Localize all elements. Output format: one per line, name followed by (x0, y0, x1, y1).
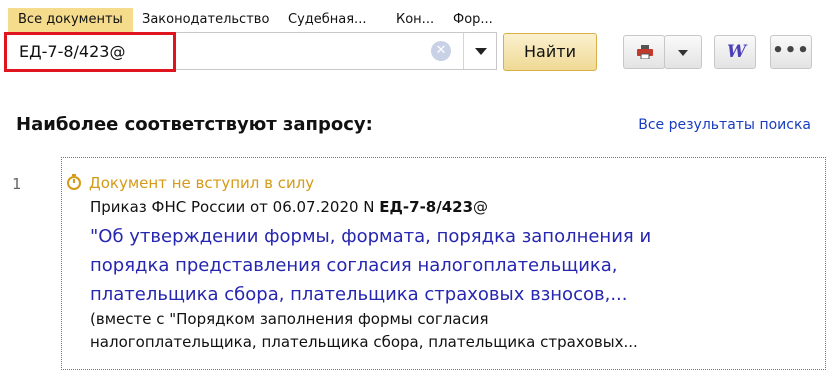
document-title-link[interactable]: "Об утверждении формы, формата, порядка … (90, 222, 810, 309)
title-line: плательщика сбора, плательщика страховых… (90, 284, 628, 305)
tab-consultations[interactable]: Кон... (396, 8, 434, 32)
stopwatch-icon (67, 174, 81, 190)
more-icon: ••• (772, 40, 810, 61)
document-reference: Приказ ФНС России от 06.07.2020 N ЕД-7-8… (90, 198, 488, 216)
document-status: Документ не вступил в силу (66, 174, 314, 192)
status-text: Документ не вступил в силу (89, 174, 315, 192)
printer-icon (637, 45, 653, 59)
print-button[interactable] (623, 35, 665, 69)
all-results-link[interactable]: Все результаты поиска (638, 117, 811, 133)
doc-number: ЕД-7-8/423 (379, 198, 474, 216)
tab-all-documents[interactable]: Все документы (8, 8, 133, 32)
doc-prefix: Приказ ФНС России от 06.07.2020 N (90, 198, 380, 216)
search-input[interactable] (9, 35, 429, 67)
more-button[interactable]: ••• (770, 35, 812, 69)
print-options-button[interactable] (664, 35, 702, 69)
results-heading: Наиболее соответствуют запросу: (16, 114, 373, 135)
word-icon: W (727, 42, 747, 62)
search-dropdown-button[interactable] (463, 33, 497, 69)
tab-court-practice[interactable]: Судебная... (288, 8, 366, 32)
tab-forms[interactable]: Фор... (453, 8, 493, 32)
chevron-down-icon (678, 50, 688, 56)
title-line: "Об утверждении формы, формата, порядка … (90, 226, 652, 247)
chevron-down-icon (475, 48, 487, 55)
result-number: 1 (12, 175, 22, 193)
export-word-button[interactable]: W (714, 35, 756, 69)
doc-suffix: @ (473, 198, 489, 216)
note-line: налогоплательщика, плательщика сбора, пл… (90, 333, 638, 351)
tab-legislation[interactable]: Законодательство (142, 8, 269, 32)
note-line: (вместе с "Порядком заполнения формы сог… (90, 310, 489, 328)
search-box (6, 32, 497, 70)
document-note: (вместе с "Порядком заполнения формы сог… (90, 308, 638, 354)
find-button[interactable]: Найти (503, 33, 597, 71)
title-line: порядка представления согласия налогопла… (90, 255, 618, 276)
clear-icon[interactable]: ✕ (431, 41, 451, 61)
